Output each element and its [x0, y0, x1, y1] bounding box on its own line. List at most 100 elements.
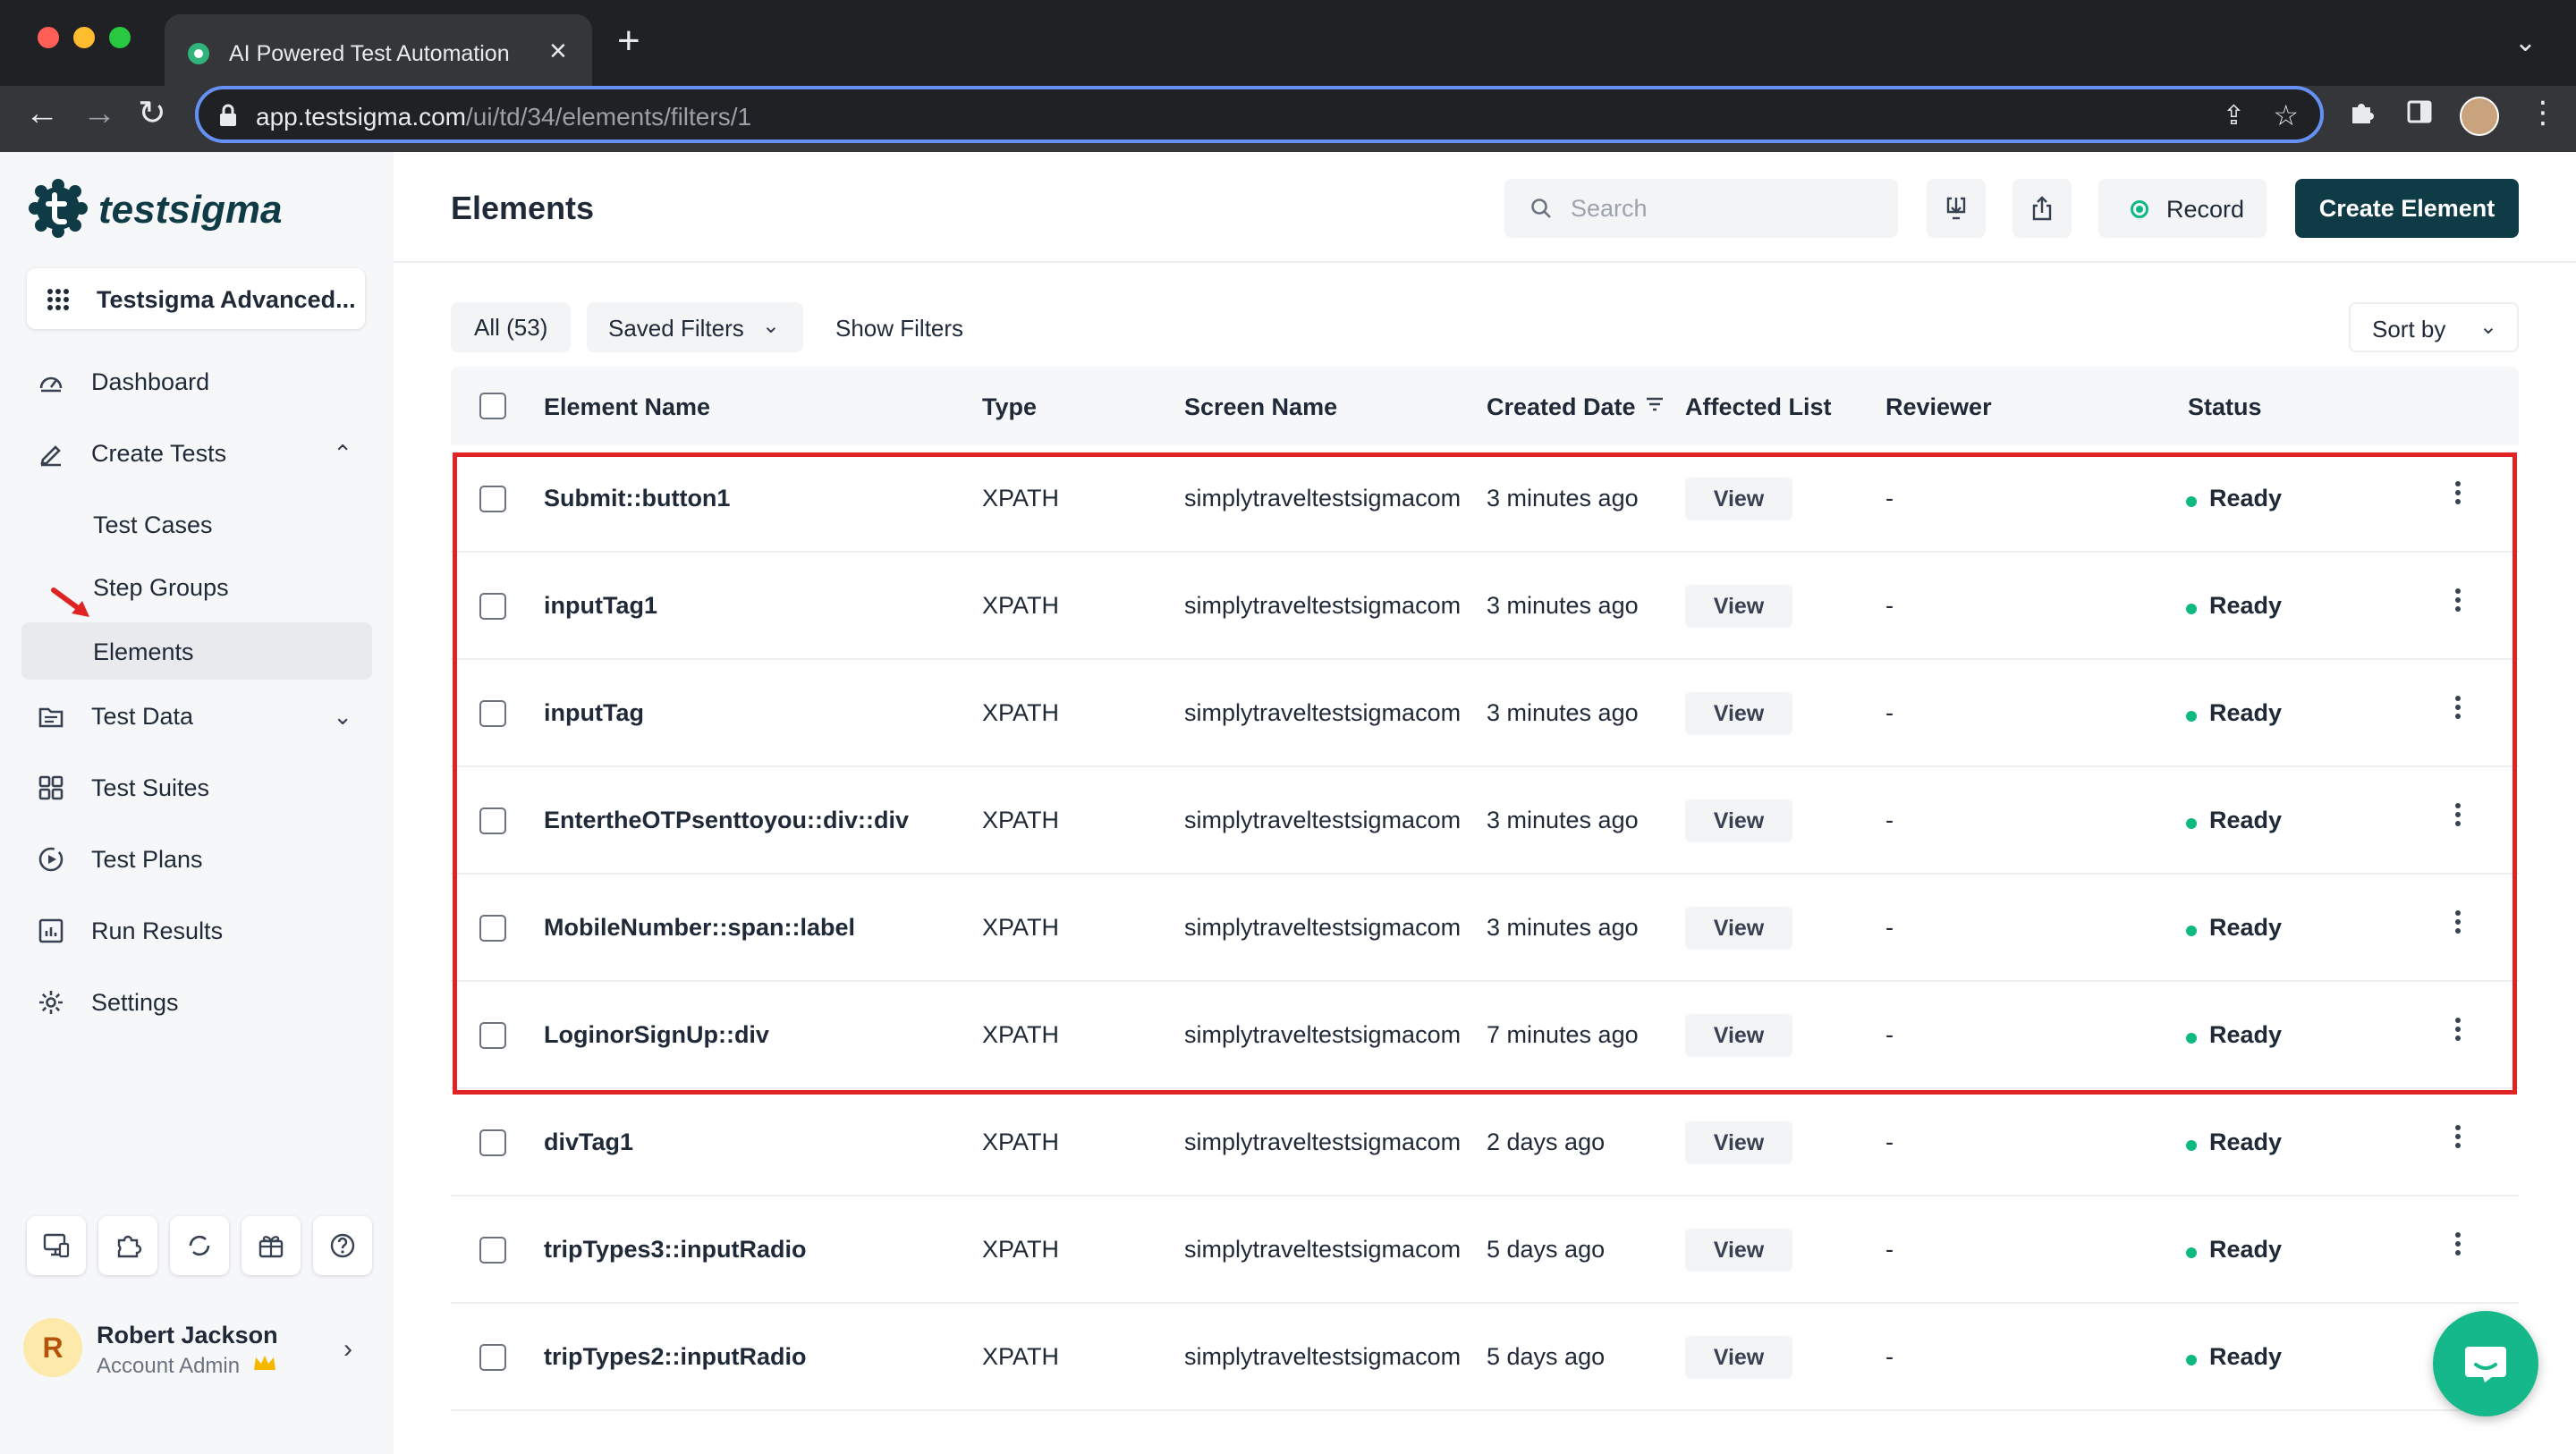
reload-icon[interactable]: ↻: [138, 97, 166, 131]
sidebar-item-dashboard[interactable]: Dashboard: [21, 352, 372, 410]
browser-profile-avatar[interactable]: [2460, 97, 2499, 136]
window-zoom-button[interactable]: [109, 27, 131, 48]
view-affected-button[interactable]: View: [1685, 1336, 1792, 1379]
view-affected-button[interactable]: View: [1685, 585, 1792, 628]
back-arrow-icon[interactable]: ←: [25, 97, 59, 131]
row-kebab-menu-icon[interactable]: [2449, 585, 2467, 621]
element-name-cell[interactable]: tripTypes3::inputRadio: [544, 1236, 807, 1264]
row-checkbox[interactable]: [479, 593, 506, 620]
view-affected-button[interactable]: View: [1685, 907, 1792, 950]
select-all-checkbox[interactable]: [479, 393, 506, 419]
row-kebab-menu-icon[interactable]: [2449, 478, 2467, 513]
view-affected-button[interactable]: View: [1685, 478, 1792, 520]
bookmark-star-icon[interactable]: ☆: [2273, 98, 2299, 132]
element-name-cell[interactable]: divTag1: [544, 1129, 633, 1156]
sidebar-item-create-tests[interactable]: Create Tests ⌃: [21, 424, 372, 481]
export-button[interactable]: [2012, 179, 2072, 238]
sidebar-item-settings[interactable]: Settings: [21, 973, 372, 1030]
table-row[interactable]: tripTypes3::inputRadio XPATH simplytravelt…: [451, 1196, 2519, 1304]
record-button[interactable]: Record: [2098, 179, 2267, 238]
view-affected-button[interactable]: View: [1685, 692, 1792, 735]
sidebar-item-test-suites[interactable]: Test Suites: [21, 758, 372, 816]
sidebar-item-test-plans[interactable]: Test Plans: [21, 830, 372, 887]
row-checkbox[interactable]: [479, 700, 506, 727]
agents-button[interactable]: [27, 1216, 86, 1275]
sidebar-item-run-results[interactable]: Run Results: [21, 901, 372, 959]
sidebar-item-test-data[interactable]: Test Data ⌄: [21, 687, 372, 744]
table-row[interactable]: Submit::button1 XPATH simplytraveltestsigm…: [451, 445, 2519, 553]
row-checkbox[interactable]: [479, 1129, 506, 1156]
saved-filters-dropdown[interactable]: Saved Filters ⌄: [587, 302, 803, 352]
all-filter-tab[interactable]: All (53): [451, 302, 572, 352]
table-row[interactable]: inputTag XPATH simplytraveltestsigmacom 3 m…: [451, 660, 2519, 767]
browser-tab[interactable]: AI Powered Test Automation P ×: [165, 14, 592, 86]
column-header-affected-list[interactable]: Affected List: [1685, 393, 1832, 421]
show-filters-button[interactable]: Show Filters: [835, 315, 963, 342]
new-tab-icon[interactable]: +: [617, 21, 640, 61]
side-panel-icon[interactable]: [2406, 98, 2433, 125]
project-switcher[interactable]: Testsigma Advanced...: [27, 268, 365, 329]
table-row[interactable]: MobileNumber::span::label XPATH simplytrav…: [451, 875, 2519, 982]
search-box[interactable]: [1504, 179, 1898, 238]
share-icon[interactable]: ⇪: [2223, 100, 2245, 131]
addons-button[interactable]: [98, 1216, 157, 1275]
column-header-type[interactable]: Type: [982, 393, 1037, 421]
chat-support-button[interactable]: [2433, 1311, 2538, 1416]
column-header-element-name[interactable]: Element Name: [544, 393, 710, 421]
element-name-cell[interactable]: Submit::button1: [544, 485, 730, 512]
row-kebab-menu-icon[interactable]: [2449, 799, 2467, 835]
row-checkbox[interactable]: [479, 807, 506, 834]
sync-button[interactable]: [170, 1216, 229, 1275]
row-checkbox[interactable]: [479, 1022, 506, 1049]
sort-by-dropdown[interactable]: Sort by ⌄: [2349, 302, 2519, 352]
window-minimize-button[interactable]: [73, 27, 95, 48]
create-element-button[interactable]: Create Element: [2295, 179, 2519, 238]
row-kebab-menu-icon[interactable]: [2449, 692, 2467, 728]
element-name-cell[interactable]: inputTag1: [544, 592, 657, 620]
table-row[interactable]: tripTypes2::inputRadio XPATH simplytravelt…: [451, 1304, 2519, 1411]
row-checkbox[interactable]: [479, 486, 506, 512]
view-affected-button[interactable]: View: [1685, 1229, 1792, 1272]
whats-new-button[interactable]: [242, 1216, 301, 1275]
row-checkbox[interactable]: [479, 1237, 506, 1264]
element-name-cell[interactable]: LoginorSignUp::div: [544, 1021, 769, 1049]
table-row[interactable]: LoginorSignUp::div XPATH simplytraveltests…: [451, 982, 2519, 1089]
row-kebab-menu-icon[interactable]: [2449, 907, 2467, 943]
table-row[interactable]: EntertheOTPsenttoyou::div::div XPATH simpl…: [451, 767, 2519, 875]
view-affected-button[interactable]: View: [1685, 1121, 1792, 1164]
tab-close-icon[interactable]: ×: [549, 36, 567, 66]
view-affected-button[interactable]: View: [1685, 799, 1792, 842]
row-kebab-menu-icon[interactable]: [2449, 1014, 2467, 1050]
testsigma-logo[interactable]: testsigma: [29, 179, 404, 241]
column-header-reviewer[interactable]: Reviewer: [1885, 393, 1992, 421]
import-button[interactable]: [1927, 179, 1986, 238]
element-name-cell[interactable]: tripTypes2::inputRadio: [544, 1343, 807, 1371]
status-badge: Ready: [2209, 1021, 2283, 1048]
search-icon: [1531, 199, 1551, 218]
element-name-cell[interactable]: EntertheOTPsenttoyou::div::div: [544, 807, 909, 834]
sidebar-item-test-cases[interactable]: Test Cases: [21, 495, 372, 553]
table-row[interactable]: divTag1 XPATH simplytraveltestsigmacom 2 da…: [451, 1089, 2519, 1196]
user-profile[interactable]: R Robert Jackson Account Admin ›: [0, 1297, 394, 1404]
column-header-screen-name[interactable]: Screen Name: [1184, 393, 1337, 421]
address-bar[interactable]: app.testsigma.com/ui/td/34/elements/filt…: [195, 86, 2324, 143]
window-close-button[interactable]: [38, 27, 59, 48]
table-row[interactable]: inputTag1 XPATH simplytraveltestsigmacom 3 …: [451, 553, 2519, 660]
row-checkbox[interactable]: [479, 1344, 506, 1371]
row-kebab-menu-icon[interactable]: [2449, 1229, 2467, 1264]
element-name-cell[interactable]: inputTag: [544, 699, 644, 727]
browser-menu-icon[interactable]: ⋮: [2528, 95, 2558, 131]
element-name-cell[interactable]: MobileNumber::span::label: [544, 914, 855, 942]
forward-arrow-icon[interactable]: →: [82, 97, 116, 131]
column-header-status[interactable]: Status: [2188, 393, 2262, 421]
search-input[interactable]: [1571, 191, 1875, 225]
tab-list-chevron-icon[interactable]: ⌄: [2514, 27, 2537, 58]
sidebar-item-elements[interactable]: Elements: [21, 622, 372, 680]
row-kebab-menu-icon[interactable]: [2449, 1121, 2467, 1157]
column-header-created-date[interactable]: Created Date: [1487, 393, 1636, 421]
view-affected-button[interactable]: View: [1685, 1014, 1792, 1057]
sort-icon[interactable]: [1644, 393, 1665, 415]
help-button[interactable]: [313, 1216, 372, 1275]
extensions-puzzle-icon[interactable]: [2349, 98, 2376, 125]
row-checkbox[interactable]: [479, 915, 506, 942]
